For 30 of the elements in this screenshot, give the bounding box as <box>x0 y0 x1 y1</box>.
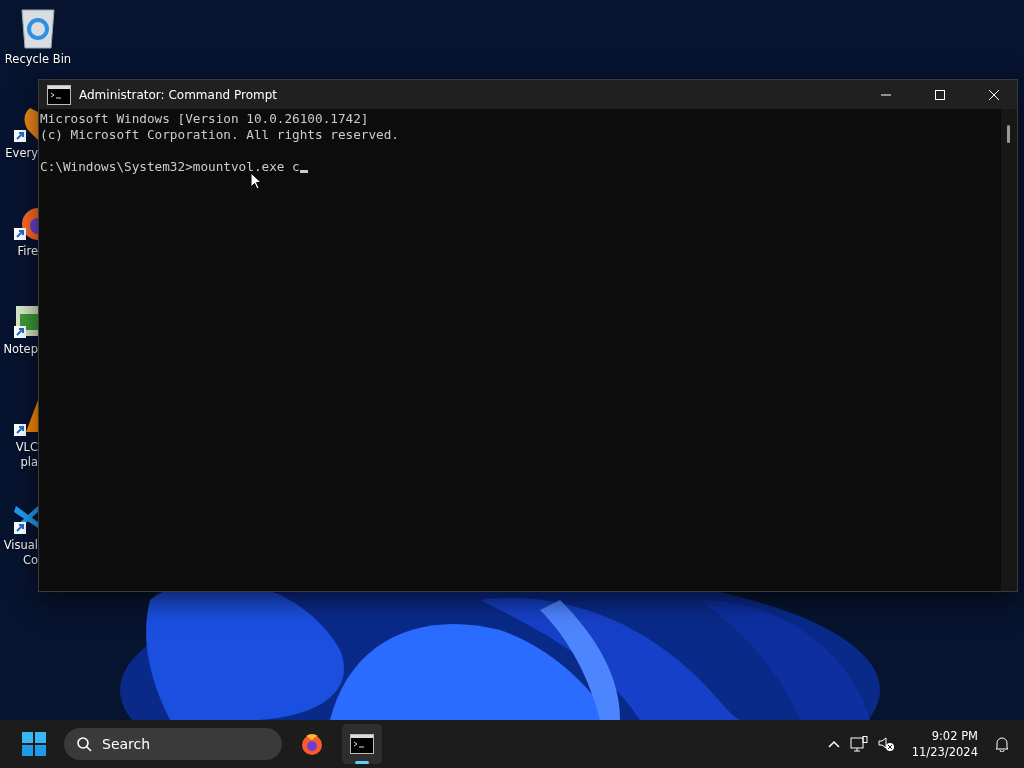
icon-label: VLC <box>15 440 38 455</box>
mouse-pointer-icon <box>250 172 262 190</box>
terminal-icon <box>47 84 71 105</box>
icon-label: Visual <box>3 538 38 553</box>
text-cursor-icon <box>299 170 308 173</box>
icon-label: Notep <box>3 342 38 357</box>
terminal-icon <box>350 734 374 754</box>
network-icon[interactable] <box>849 736 868 752</box>
icon-label: Fire <box>17 244 38 259</box>
icon-label: Recycle Bin <box>4 52 72 67</box>
icon-label: pla <box>20 455 38 470</box>
chevron-up-icon[interactable] <box>827 740 840 748</box>
icon-label: Every <box>5 146 38 161</box>
search-field[interactable]: Search <box>64 728 282 760</box>
window-title: Administrator: Command Prompt <box>79 87 278 102</box>
maximize-icon <box>935 89 945 100</box>
scrollbar[interactable] <box>1001 109 1017 591</box>
recycle-bin-icon[interactable] <box>18 6 58 50</box>
console-line: Microsoft Windows [Version 10.0.26100.1742] <box>40 111 369 127</box>
clock-time[interactable]: 9:02 PM <box>931 728 978 744</box>
console-line: (c) Microsoft Corporation. All rights reserved. <box>40 127 399 143</box>
taskbar-app-button[interactable] <box>342 724 382 764</box>
clock-date[interactable]: 11/23/2024 <box>911 744 978 760</box>
speaker-muted-icon[interactable] <box>877 736 896 752</box>
close-icon <box>989 89 999 100</box>
search-icon <box>76 736 92 752</box>
command-line[interactable]: C:\Windows\System32>mountvol.exe c <box>40 159 300 175</box>
icon-label: Co <box>22 553 38 568</box>
windows-logo-icon <box>22 732 46 756</box>
notification-bell-icon[interactable] <box>994 736 1010 752</box>
